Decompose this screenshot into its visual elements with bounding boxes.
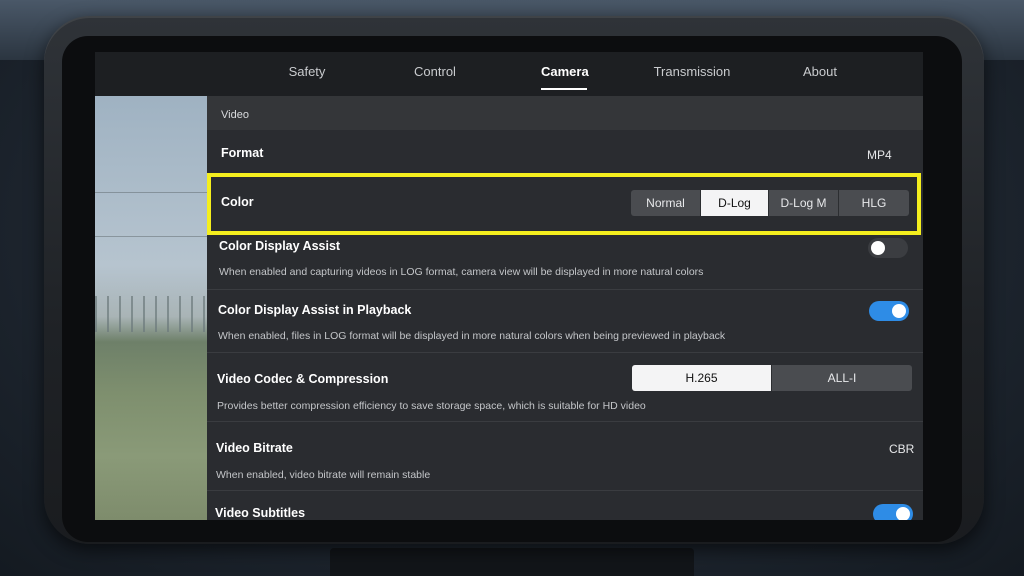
tablet-stand: [330, 548, 694, 576]
color-option-d-log[interactable]: D-Log: [701, 190, 769, 216]
tab-label: Safety: [288, 64, 326, 79]
divider: [207, 352, 923, 353]
video-codec-label: Video Codec & Compression: [217, 372, 389, 386]
tab-control[interactable]: Control: [393, 52, 477, 96]
color-option-hlg[interactable]: HLG: [839, 190, 909, 216]
tab-label: Transmission: [653, 64, 731, 79]
divider: [207, 421, 923, 422]
tab-label: Camera: [541, 64, 589, 79]
video-subtitles-toggle[interactable]: [873, 504, 913, 520]
settings-panel: Video Format MP4 Color Normal D-Log D-Lo…: [207, 96, 923, 520]
color-display-assist-toggle[interactable]: [868, 238, 908, 258]
color-option-d-log-m[interactable]: D-Log M: [769, 190, 839, 216]
codec-option-all-i[interactable]: ALL-I: [772, 365, 912, 391]
tab-about[interactable]: About: [787, 52, 853, 96]
toggle-knob: [892, 304, 906, 318]
color-display-assist-playback-label: Color Display Assist in Playback: [218, 303, 412, 317]
format-label: Format: [221, 146, 264, 160]
video-bitrate-value[interactable]: CBR: [889, 442, 914, 456]
section-header: Video: [207, 96, 923, 130]
color-option-normal[interactable]: Normal: [631, 190, 701, 216]
color-display-assist-description: When enabled and capturing videos in LOG…: [219, 266, 704, 278]
preview-line: [95, 236, 207, 237]
tablet-screen: Safety Control Camera Transmission About…: [95, 52, 923, 520]
divider: [207, 289, 923, 290]
tab-safety[interactable]: Safety: [265, 52, 349, 96]
divider: [207, 490, 923, 491]
color-display-assist-label: Color Display Assist: [219, 239, 341, 253]
camera-preview: [95, 96, 207, 520]
tab-bar: Safety Control Camera Transmission About: [95, 52, 923, 96]
tab-transmission[interactable]: Transmission: [645, 52, 739, 96]
video-codec-segmented-control: H.265 ALL-I: [632, 365, 912, 391]
toggle-knob: [871, 241, 885, 255]
format-value[interactable]: MP4: [867, 148, 892, 162]
active-tab-indicator: [541, 88, 587, 90]
preview-line: [95, 192, 207, 193]
toggle-knob: [896, 507, 910, 520]
color-segmented-control: Normal D-Log D-Log M HLG: [631, 190, 909, 216]
tab-label: Control: [414, 64, 456, 79]
tab-camera[interactable]: Camera: [541, 52, 589, 96]
video-subtitles-label: Video Subtitles: [215, 506, 306, 520]
video-bitrate-label: Video Bitrate: [216, 441, 293, 455]
codec-option-h265[interactable]: H.265: [632, 365, 772, 391]
tab-label: About: [803, 64, 837, 79]
color-display-assist-playback-toggle[interactable]: [869, 301, 909, 321]
color-display-assist-playback-description: When enabled, files in LOG format will b…: [218, 330, 726, 342]
preview-fence: [95, 296, 207, 332]
color-label: Color: [221, 195, 254, 209]
video-codec-description: Provides better compression efficiency t…: [217, 400, 646, 412]
video-bitrate-description: When enabled, video bitrate will remain …: [216, 469, 431, 481]
